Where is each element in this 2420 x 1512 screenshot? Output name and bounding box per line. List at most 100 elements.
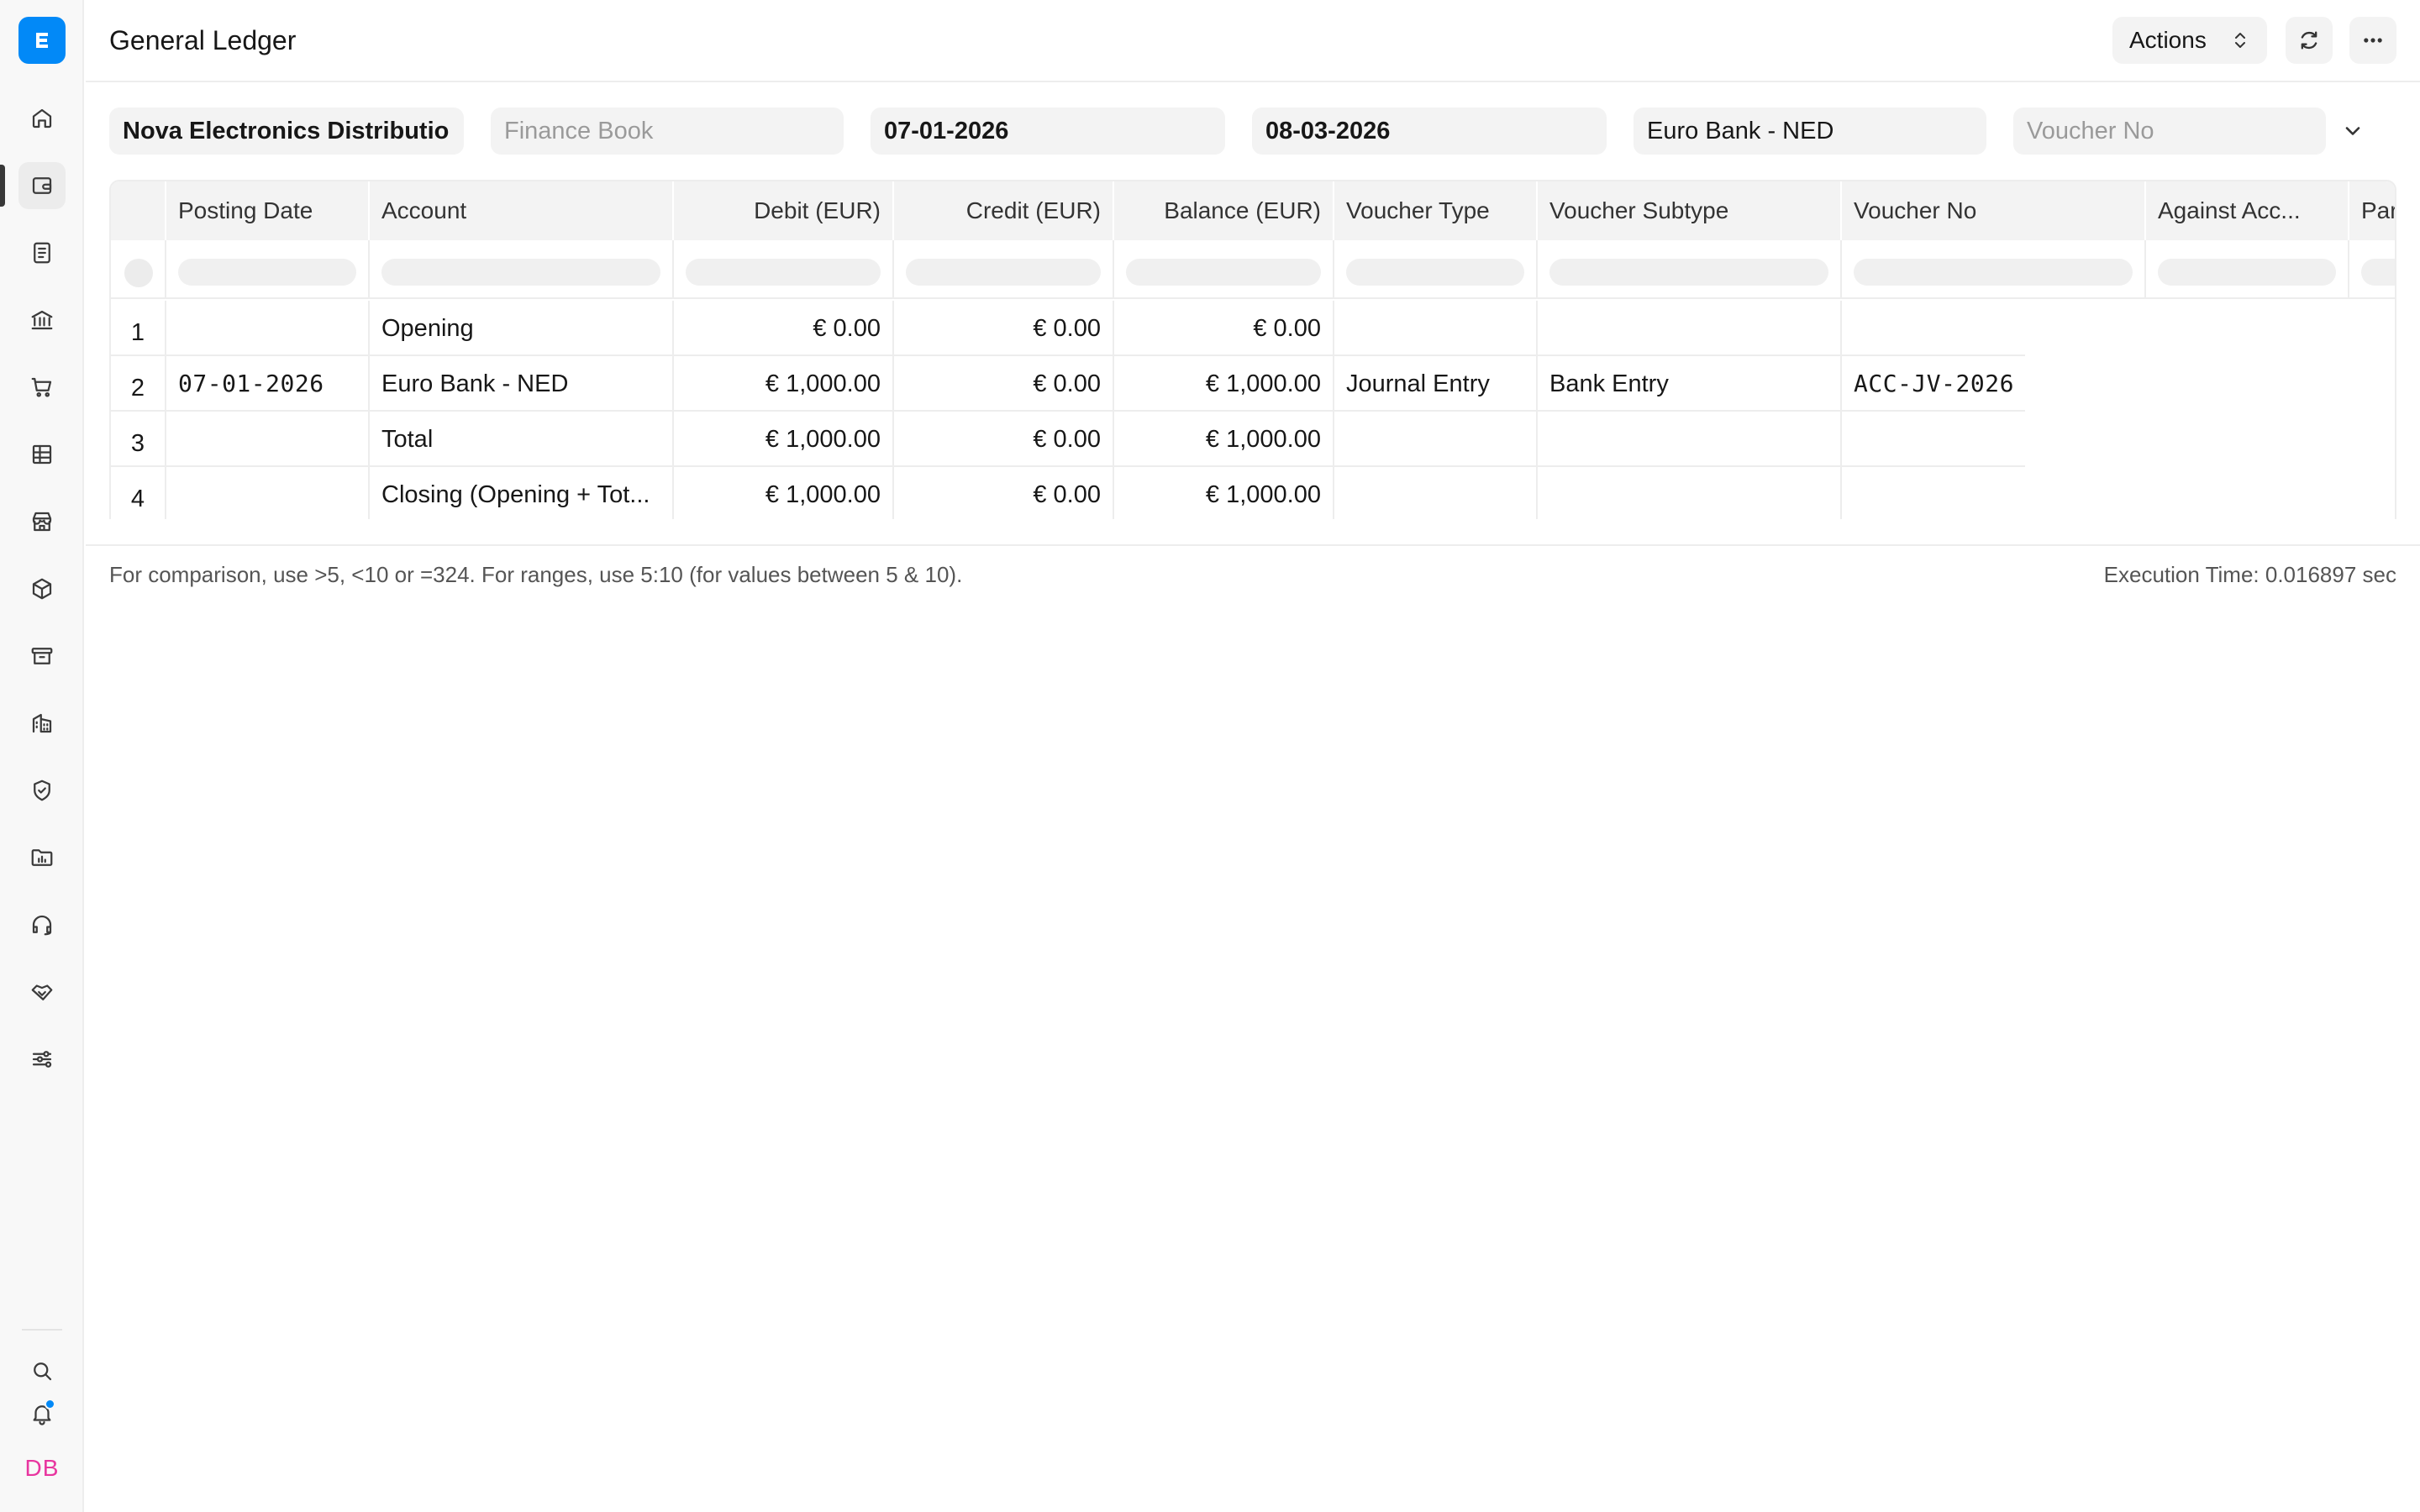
cell-debit[interactable]: € 1,000.00 (674, 467, 894, 519)
bank-icon[interactable] (18, 297, 66, 344)
actions-label: Actions (2129, 27, 2207, 53)
voucher-no-filter[interactable]: Voucher No (2013, 108, 2326, 155)
cell-voucher-subtype[interactable] (1538, 467, 1842, 519)
expand-filters-button[interactable] (2336, 114, 2370, 148)
filter-cell-credit (894, 240, 1114, 299)
cell-debit[interactable]: € 1,000.00 (674, 356, 894, 412)
filter-cell-voucher-type (1334, 240, 1538, 299)
account-filter[interactable]: Euro Bank - NED (1634, 108, 1986, 155)
page-header: General Ledger Actions (86, 0, 2420, 82)
cell-account[interactable]: Total (370, 412, 674, 467)
cell-voucher-subtype[interactable] (1538, 301, 1842, 356)
table-row[interactable]: 4 Closing (Opening + Tot... € 1,000.00 €… (111, 467, 2025, 519)
store-icon[interactable] (18, 498, 66, 545)
cell-account[interactable]: Opening (370, 301, 674, 356)
posting-date-filter-input[interactable] (178, 259, 356, 286)
cell-posting-date[interactable] (166, 467, 370, 519)
cell-credit[interactable]: € 0.00 (894, 412, 1114, 467)
cell-voucher-type[interactable] (1334, 412, 1538, 467)
column-voucher-type[interactable]: Voucher Type (1334, 181, 1538, 240)
cell-account[interactable]: Euro Bank - NED (370, 356, 674, 412)
against-account-filter-input[interactable] (2158, 259, 2336, 286)
shield-icon[interactable] (18, 767, 66, 814)
sliders-icon[interactable] (18, 1036, 66, 1083)
avatar[interactable]: DB (18, 1445, 66, 1492)
table-row[interactable]: 3 Total € 1,000.00 € 0.00 € 1,000.00 (111, 412, 2025, 467)
row-index: 4 (111, 467, 166, 519)
finance-book-filter[interactable]: Finance Book (491, 108, 844, 155)
bell-icon[interactable] (18, 1390, 66, 1437)
column-posting-date[interactable]: Posting Date (166, 181, 370, 240)
row-index: 2 (111, 356, 166, 412)
column-voucher-no[interactable]: Voucher No (1842, 181, 2146, 240)
cell-voucher-no[interactable] (1842, 467, 2025, 519)
row-index: 1 (111, 301, 166, 356)
wallet-icon[interactable] (18, 162, 66, 209)
cell-debit[interactable]: € 1,000.00 (674, 412, 894, 467)
table-header: Posting Date Account Debit (EUR) Credit … (111, 181, 2395, 240)
party-filter-input[interactable] (2361, 259, 2395, 286)
actions-button[interactable]: Actions (2112, 17, 2267, 64)
cell-posting-date[interactable] (166, 301, 370, 356)
refresh-button[interactable] (2286, 17, 2333, 64)
column-debit[interactable]: Debit (EUR) (674, 181, 894, 240)
notification-dot (45, 1399, 55, 1410)
cell-voucher-no[interactable] (1842, 301, 2025, 356)
select-all-checkbox[interactable] (124, 259, 153, 287)
cell-account[interactable]: Closing (Opening + Tot... (370, 467, 674, 519)
headset-icon[interactable] (18, 901, 66, 948)
app-logo-icon[interactable] (18, 17, 66, 64)
cell-balance[interactable]: € 0.00 (1114, 301, 1334, 356)
cell-credit[interactable]: € 0.00 (894, 356, 1114, 412)
package-icon[interactable] (18, 565, 66, 612)
search-icon[interactable] (18, 1347, 66, 1394)
cell-balance[interactable]: € 1,000.00 (1114, 467, 1334, 519)
credit-filter-input[interactable] (906, 259, 1101, 286)
from-date-filter[interactable]: 07-01-2026 (871, 108, 1225, 155)
cell-balance[interactable]: € 1,000.00 (1114, 356, 1334, 412)
cart-icon[interactable] (18, 364, 66, 411)
cell-voucher-type[interactable] (1334, 301, 1538, 356)
table-row[interactable]: 2 07-01-2026 Euro Bank - NED € 1,000.00 … (111, 356, 2025, 412)
archive-icon[interactable] (18, 633, 66, 680)
column-balance[interactable]: Balance (EUR) (1114, 181, 1334, 240)
cell-posting-date[interactable]: 07-01-2026 (166, 356, 370, 412)
cell-voucher-subtype[interactable]: Bank Entry (1538, 356, 1842, 412)
folder-chart-icon[interactable] (18, 834, 66, 881)
cell-voucher-no[interactable] (1842, 412, 2025, 467)
cell-voucher-type[interactable]: Journal Entry (1334, 356, 1538, 412)
cell-balance[interactable]: € 1,000.00 (1114, 412, 1334, 467)
table-icon[interactable] (18, 431, 66, 478)
filter-cell-against-account (2146, 240, 2349, 299)
cell-credit[interactable]: € 0.00 (894, 301, 1114, 356)
home-icon[interactable] (18, 95, 66, 142)
cell-credit[interactable]: € 0.00 (894, 467, 1114, 519)
column-against-account[interactable]: Against Acc... (2146, 181, 2349, 240)
buildings-icon[interactable] (18, 700, 66, 747)
company-filter[interactable]: Nova Electronics Distributio (109, 108, 464, 155)
account-filter-input[interactable] (381, 259, 660, 286)
cell-posting-date[interactable] (166, 412, 370, 467)
cell-voucher-type[interactable] (1334, 467, 1538, 519)
cell-voucher-no[interactable]: ACC-JV-2026 (1842, 356, 2025, 412)
to-date-filter[interactable]: 08-03-2026 (1252, 108, 1607, 155)
cell-debit[interactable]: € 0.00 (674, 301, 894, 356)
debit-filter-input[interactable] (686, 259, 881, 286)
voucher-subtype-filter-input[interactable] (1549, 259, 1828, 286)
filter-cell-balance (1114, 240, 1334, 299)
chevron-up-down-icon (2235, 33, 2245, 48)
voucher-no-filter-input[interactable] (1854, 259, 2133, 286)
column-account[interactable]: Account (370, 181, 674, 240)
voucher-type-filter-input[interactable] (1346, 259, 1524, 286)
active-indicator (0, 165, 5, 207)
invoice-icon[interactable] (18, 229, 66, 276)
column-voucher-subtype[interactable]: Voucher Subtype (1538, 181, 1842, 240)
column-credit[interactable]: Credit (EUR) (894, 181, 1114, 240)
table-row[interactable]: 1 Opening € 0.00 € 0.00 € 0.00 (111, 301, 2025, 356)
cell-voucher-subtype[interactable] (1538, 412, 1842, 467)
more-options-button[interactable] (2349, 17, 2396, 64)
handshake-icon[interactable] (18, 969, 66, 1016)
column-party[interactable]: Par (2349, 181, 2395, 240)
balance-filter-input[interactable] (1126, 259, 1321, 286)
filter-cell-party (2349, 240, 2395, 299)
